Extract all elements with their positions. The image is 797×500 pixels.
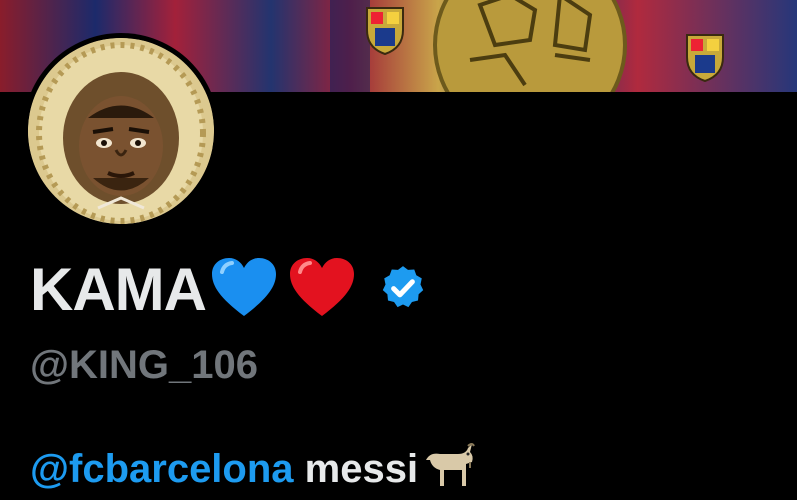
red-heart-icon	[288, 256, 356, 325]
display-name: KAMA	[30, 256, 207, 323]
bio-mention-link[interactable]: @fcbarcelona	[30, 447, 294, 491]
verified-badge-icon[interactable]	[378, 263, 428, 318]
profile-avatar[interactable]	[23, 33, 219, 229]
bio-text: messi	[293, 447, 419, 491]
user-handle: @KING_106	[30, 343, 258, 387]
profile-bio: @fcbarcelona messi	[30, 442, 476, 500]
goat-icon	[418, 442, 476, 500]
name-row: KAMA	[30, 255, 428, 325]
avatar-image	[28, 38, 214, 224]
blue-heart-icon	[210, 256, 278, 325]
